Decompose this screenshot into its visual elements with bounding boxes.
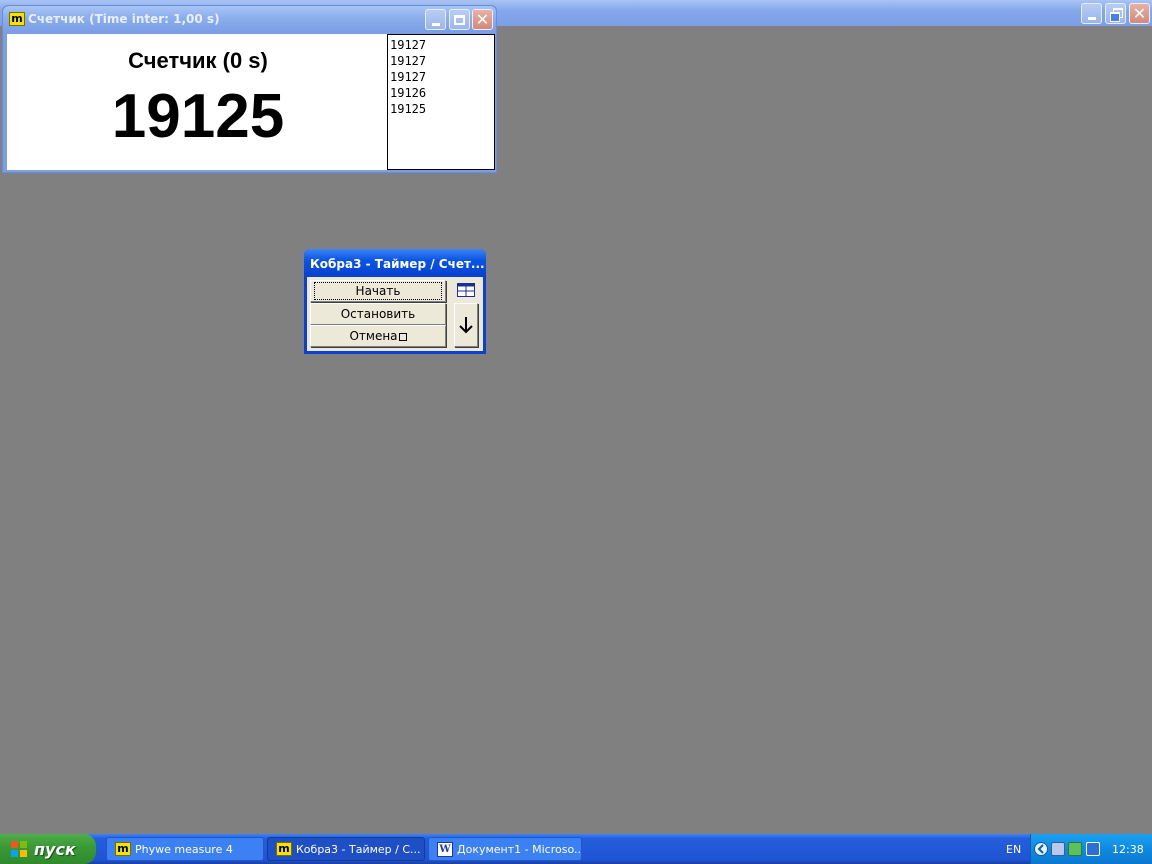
history-item[interactable]: 19127 [390,37,492,53]
maximize-icon [454,14,465,25]
history-item[interactable]: 19127 [390,69,492,85]
counter-window[interactable]: m Счетчик (Time inter: 1,00 s) ✕ Счетчик… [2,5,497,173]
taskbar-item-label: Кобра3 - Таймер / С... [296,842,421,856]
counter-close-button[interactable]: ✕ [472,9,493,30]
main-minimize-button[interactable] [1081,3,1102,24]
stop-button[interactable]: Остановить [310,303,446,325]
taskbar: пуск m Phywe measure 4 m Кобра3 - Таймер… [0,834,1152,864]
taskbar-item-label: Документ1 - Microso... [457,842,582,856]
taskbar-item-cobra3-timer[interactable]: m Кобра3 - Таймер / С... [267,837,425,861]
history-item[interactable]: 19125 [390,101,492,117]
language-indicator[interactable]: EN [1006,843,1021,856]
start-label: пуск [34,839,76,859]
close-icon: ✕ [1132,3,1147,23]
monitor-icon[interactable] [1086,842,1100,856]
counter-minimize-button[interactable] [425,9,446,30]
table-view-button[interactable] [454,280,478,300]
cancel-button[interactable]: Отмена [310,325,446,347]
counter-heading: Счетчик (0 s) [128,48,268,73]
checkbox-glyph-icon [398,332,407,341]
timer-counter-titlebar[interactable]: Кобра3 - Таймер / Счет... [304,249,486,277]
counter-history-list[interactable]: 19127 19127 19127 19126 19125 [387,34,495,170]
clock[interactable]: 12:38 [1112,843,1144,856]
show-hidden-icons-button[interactable] [1034,842,1048,856]
table-icon [457,283,475,297]
phywe-measure-icon: m [115,842,131,856]
timer-counter-controls: Начать Остановить Отмена [307,277,483,351]
cancel-button-label: Отмена [349,329,398,343]
start-button-label: Начать [313,282,443,300]
counter-display-area: Счетчик (0 s) 19125 19127 19127 19127 19… [7,34,495,170]
transfer-down-button[interactable] [454,303,478,347]
word-icon: W [437,841,453,857]
windows-logo-icon [11,841,27,857]
security-icon[interactable] [1068,842,1082,856]
taskbar-item-label: Phywe measure 4 [135,842,233,856]
counter-maximize-button[interactable] [449,9,470,30]
stop-button-label: Остановить [340,307,416,321]
minimize-icon [431,22,440,26]
main-restore-button[interactable] [1105,3,1126,24]
counter-window-titlebar[interactable]: m Счетчик (Time inter: 1,00 s) ✕ [3,6,496,32]
minimize-icon [1087,16,1096,20]
counter-window-title: Счетчик (Time inter: 1,00 s) [28,12,220,26]
timer-counter-title: Кобра3 - Таймер / Счет... [310,257,485,271]
network-icon[interactable] [1051,842,1065,856]
phywe-measure-icon: m [9,12,25,26]
phywe-measure-icon: m [276,842,292,856]
restore-icon [1109,8,1123,22]
taskbar-item-word-document[interactable]: W Документ1 - Microso... [428,837,582,861]
main-close-button[interactable]: ✕ [1129,3,1150,24]
start-button[interactable]: Начать [310,280,446,302]
start-button-taskbar[interactable]: пуск [0,834,96,864]
taskbar-item-phywe-measure[interactable]: m Phywe measure 4 [106,837,264,861]
timer-counter-window[interactable]: Кобра3 - Таймер / Счет... Начать Останов… [304,249,486,354]
chevron-left-icon [1037,844,1044,854]
arrow-down-icon [459,317,473,334]
history-item[interactable]: 19126 [390,85,492,101]
history-item[interactable]: 19127 [390,53,492,69]
counter-value: 19125 [111,82,285,151]
close-icon: ✕ [475,9,490,29]
system-tray: 12:38 [1030,834,1152,864]
